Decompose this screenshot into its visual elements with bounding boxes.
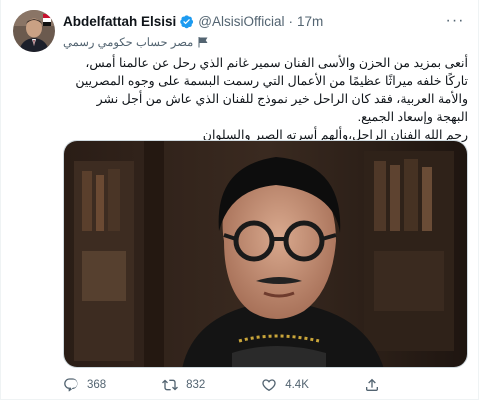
reply-button[interactable]: 368 bbox=[63, 377, 107, 393]
avatar[interactable] bbox=[13, 10, 55, 52]
tweet-header: Abdelfattah Elsisi @AlsisiOfficial · 17m… bbox=[63, 11, 466, 31]
tweet-text: أنعى بمزيد من الحزن والأسى الفنان سمير غ… bbox=[63, 54, 468, 144]
header-separator: · bbox=[288, 13, 294, 29]
share-icon bbox=[366, 378, 378, 391]
retweet-icon bbox=[162, 379, 179, 391]
verified-badge-icon bbox=[179, 14, 194, 29]
share-button[interactable] bbox=[364, 377, 408, 393]
government-flag-icon bbox=[198, 37, 208, 48]
retweet-button[interactable]: 832 bbox=[162, 377, 206, 393]
like-button[interactable]: 4.4K bbox=[261, 377, 309, 393]
author-name[interactable]: Abdelfattah Elsisi bbox=[63, 14, 176, 29]
author-handle[interactable]: @AlsisiOfficial bbox=[198, 14, 284, 29]
tweet-photo[interactable] bbox=[63, 140, 468, 368]
heart-icon bbox=[262, 379, 276, 392]
like-count: 4.4K bbox=[285, 379, 309, 391]
government-label-text: مصر حساب حكومي رسمي bbox=[63, 37, 194, 49]
tweet-card[interactable]: Abdelfattah Elsisi @AlsisiOfficial · 17m… bbox=[0, 0, 479, 400]
tweet-actions: 368 832 4.4K bbox=[63, 374, 468, 396]
retweet-count: 832 bbox=[186, 379, 206, 391]
more-options-icon[interactable]: ··· bbox=[444, 11, 466, 31]
government-account-label: مصر حساب حكومي رسمي bbox=[63, 34, 209, 50]
tweet-text-paragraph: أنعى بمزيد من الحزن والأسى الفنان سمير غ… bbox=[75, 56, 468, 124]
reply-count: 368 bbox=[87, 379, 107, 391]
reply-icon bbox=[64, 378, 78, 392]
tweet-timestamp[interactable]: 17m bbox=[297, 14, 323, 29]
